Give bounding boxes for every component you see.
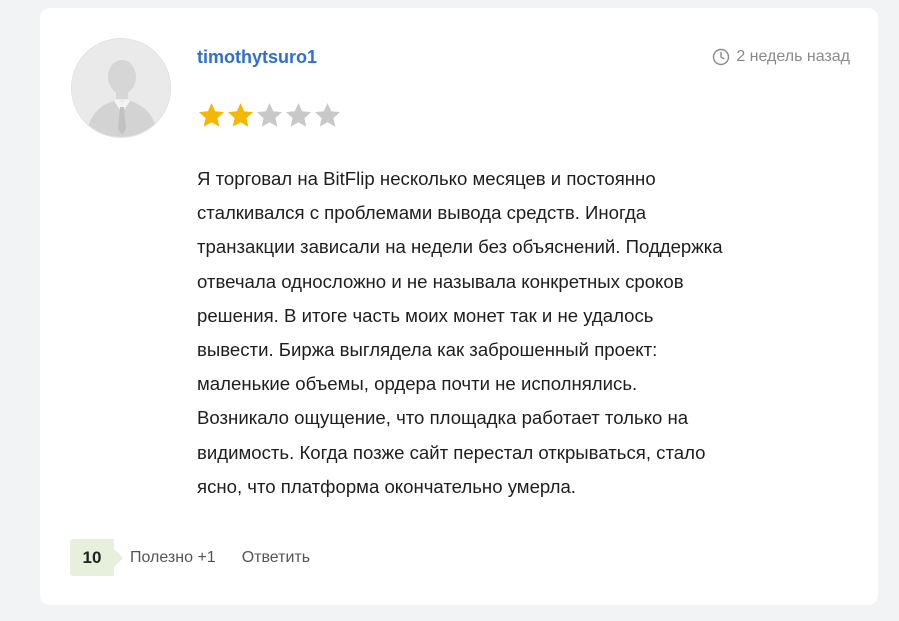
star-icon (197, 101, 226, 129)
star-rating (197, 101, 342, 129)
review-timestamp: 2 недель назад (712, 47, 850, 67)
star-icon (284, 101, 313, 129)
clock-icon (712, 48, 730, 66)
helpful-button[interactable]: Полезно +1 (130, 549, 216, 567)
review-footer: 10 Полезно +1 Ответить (70, 539, 310, 576)
review-text: Я торговал на BitFlip несколько месяцев … (197, 168, 723, 497)
reply-button[interactable]: Ответить (242, 549, 310, 567)
username-link[interactable]: timothytsuro1 (197, 46, 317, 68)
user-silhouette-icon (72, 39, 170, 137)
vote-count-badge: 10 (70, 539, 123, 576)
star-icon (255, 101, 284, 129)
star-icon (313, 101, 342, 129)
review-card: timothytsuro1 2 недель назад Я торговал … (40, 8, 878, 605)
star-icon (226, 101, 255, 129)
timestamp-text: 2 недель назад (736, 48, 850, 65)
avatar[interactable] (71, 38, 171, 138)
